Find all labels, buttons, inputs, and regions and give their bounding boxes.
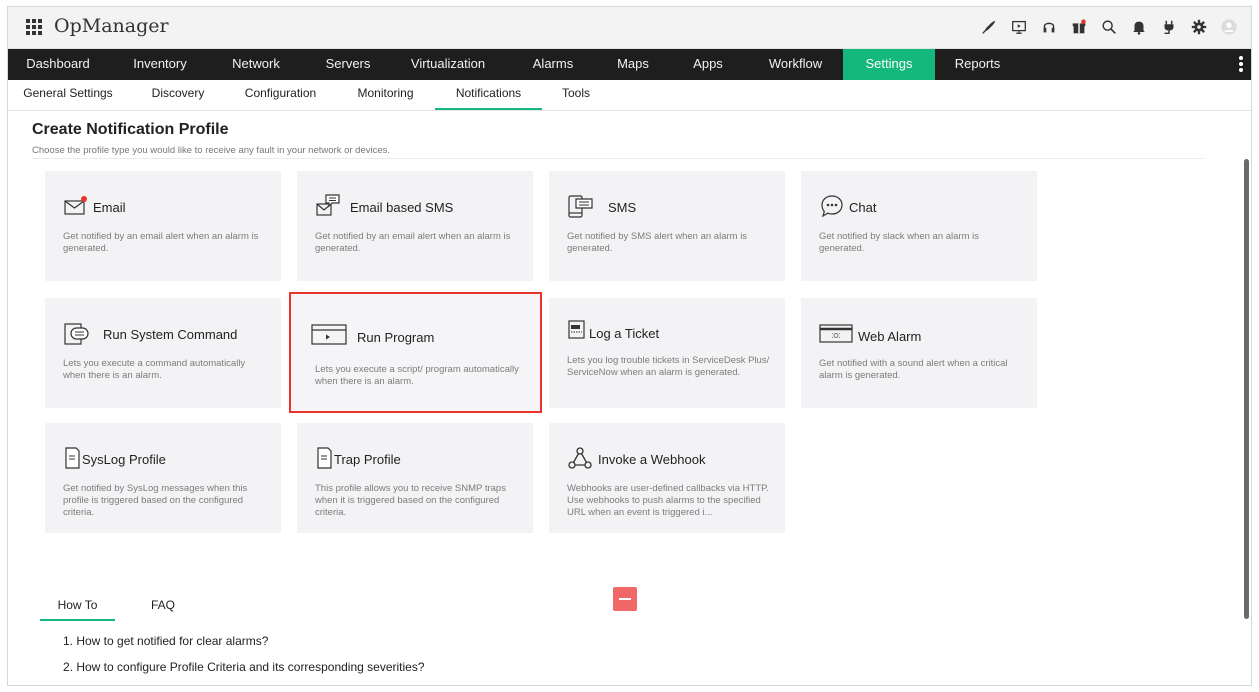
app-title: OpManager — [54, 15, 169, 37]
card-title: SysLog Profile — [82, 452, 166, 467]
profile-card-syslog-profile[interactable]: SysLog Profile Get notified by SysLog me… — [45, 423, 281, 533]
scrollbar[interactable] — [1244, 159, 1249, 619]
more-menu-icon[interactable] — [1239, 56, 1243, 72]
page-subtitle: Choose the profile type you would like t… — [32, 145, 391, 156]
app-switcher-icon[interactable] — [26, 19, 42, 35]
presentation-icon[interactable] — [1007, 15, 1031, 39]
profile-card-invoke-a-webhook[interactable]: Invoke a Webhook Webhooks are user-defin… — [549, 423, 785, 533]
user-icon[interactable] — [1217, 15, 1241, 39]
headset-icon[interactable] — [1037, 15, 1061, 39]
tab-how-to[interactable]: How To — [40, 591, 115, 621]
card-title: Run Program — [357, 330, 435, 345]
email-sms-icon — [315, 193, 341, 219]
card-title: SMS — [608, 200, 637, 215]
sub-nav: General Settings Discovery Configuration… — [8, 80, 1251, 111]
card-description: Lets you execute a script/ program autom… — [315, 364, 519, 387]
card-description: Get notified by SysLog messages when thi… — [63, 483, 248, 518]
card-title: Run System Command — [103, 327, 238, 342]
profile-card-email[interactable]: Email Get notified by an email alert whe… — [45, 171, 281, 281]
gear-icon[interactable] — [1187, 15, 1211, 39]
rocket-icon[interactable] — [977, 15, 1001, 39]
tab-configuration[interactable]: Configuration — [233, 80, 328, 110]
tab-notifications[interactable]: Notifications — [435, 80, 542, 110]
web-alarm-icon — [819, 320, 855, 346]
help-link[interactable]: 1. How to get notified for clear alarms? — [63, 634, 268, 648]
nav-item-settings[interactable]: Settings — [843, 49, 935, 80]
plug-icon[interactable] — [1157, 15, 1181, 39]
nav-item-reports[interactable]: Reports — [935, 49, 1020, 80]
nav-item-network[interactable]: Network — [206, 49, 306, 80]
tab-monitoring[interactable]: Monitoring — [343, 80, 428, 110]
card-title: Web Alarm — [858, 329, 922, 344]
app-window: OpManager Dashboard Inventory Network Se… — [7, 6, 1252, 686]
gift-icon[interactable] — [1067, 15, 1091, 39]
top-bar: OpManager — [8, 7, 1251, 49]
top-icons — [977, 15, 1241, 39]
card-title: Email — [93, 200, 126, 215]
nav-item-dashboard[interactable]: Dashboard — [8, 49, 108, 80]
nav-item-workflow[interactable]: Workflow — [748, 49, 843, 80]
profile-card-trap-profile[interactable]: Trap Profile This profile allows you to … — [297, 423, 533, 533]
page-title: Create Notification Profile — [32, 121, 229, 138]
nav-item-alarms[interactable]: Alarms — [508, 49, 598, 80]
tab-discovery[interactable]: Discovery — [138, 80, 218, 110]
divider — [32, 158, 1204, 159]
card-description: Get notified by an email alert when an a… — [63, 231, 259, 254]
card-description: Get notified with a sound alert when a c… — [819, 358, 1008, 381]
card-title: Log a Ticket — [589, 326, 660, 341]
nav-item-apps[interactable]: Apps — [673, 49, 743, 80]
profile-card-run-system-command[interactable]: Run System Command Lets you execute a co… — [45, 298, 281, 408]
card-description: Lets you log trouble tickets in ServiceD… — [567, 355, 770, 378]
card-description: Get notified by an email alert when an a… — [315, 231, 511, 254]
card-description: Get notified by slack when an alarm is g… — [819, 231, 979, 254]
card-title: Trap Profile — [334, 452, 401, 467]
main-nav: Dashboard Inventory Network Servers Virt… — [8, 49, 1251, 80]
nav-item-virtualization[interactable]: Virtualization — [393, 49, 503, 80]
terminal-icon — [63, 320, 89, 346]
nav-item-servers[interactable]: Servers — [298, 49, 398, 80]
card-description: Get notified by SMS alert when an alarm … — [567, 231, 748, 254]
card-description: This profile allows you to receive SNMP … — [315, 483, 506, 518]
profile-card-chat[interactable]: Chat Get notified by slack when an alarm… — [801, 171, 1037, 281]
tab-faq[interactable]: FAQ — [138, 591, 188, 621]
collapse-button[interactable] — [613, 587, 637, 611]
bell-icon[interactable] — [1127, 15, 1151, 39]
program-window-icon — [311, 321, 347, 347]
help-link[interactable]: 2. How to configure Profile Criteria and… — [63, 660, 425, 674]
chat-icon — [819, 193, 845, 219]
card-description: Lets you execute a command automatically… — [63, 358, 246, 381]
tab-general-settings[interactable]: General Settings — [8, 80, 128, 110]
card-title: Chat — [849, 200, 877, 215]
profile-card-run-program[interactable]: Run Program Lets you execute a script/ p… — [289, 292, 542, 413]
card-description: Webhooks are user-defined callbacks via … — [567, 483, 769, 518]
profile-card-sms[interactable]: SMS Get notified by SMS alert when an al… — [549, 171, 785, 281]
webhook-icon — [567, 445, 593, 471]
profile-card-email-based-sms[interactable]: Email based SMS Get notified by an email… — [297, 171, 533, 281]
card-title: Email based SMS — [350, 200, 454, 215]
nav-item-maps[interactable]: Maps — [598, 49, 668, 80]
card-title: Invoke a Webhook — [598, 452, 706, 467]
envelope-icon — [63, 193, 89, 219]
profile-card-log-a-ticket[interactable]: Log a Ticket Lets you log trouble ticket… — [549, 298, 785, 408]
search-icon[interactable] — [1097, 15, 1121, 39]
tab-tools[interactable]: Tools — [546, 80, 606, 110]
profile-card-web-alarm[interactable]: Web Alarm Get notified with a sound aler… — [801, 298, 1037, 408]
mobile-sms-icon — [567, 193, 593, 219]
nav-item-inventory[interactable]: Inventory — [110, 49, 210, 80]
